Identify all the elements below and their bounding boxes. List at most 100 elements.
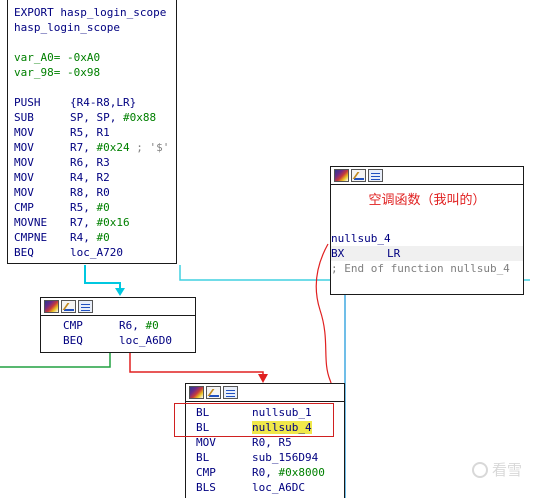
text-view-icon[interactable] [223,386,238,399]
asm-line[interactable]: var_A0= -0xA0 [8,50,176,65]
asm-line[interactable]: MOV R4, R2 [8,170,176,185]
asm-line[interactable]: CMP R5, #0 [8,200,176,215]
asm-line[interactable]: BEQ loc_A6D0 [57,333,195,348]
asm-line[interactable]: CMP R6, #0 [57,318,195,333]
asm-mnemonic: PUSH [14,96,41,109]
asm-operand[interactable]: R0, [252,466,279,479]
edit-pencil-icon[interactable] [351,169,366,182]
asm-operand[interactable]: R6, R3 [70,156,110,169]
asm-operand[interactable]: LR [387,247,400,260]
asm-label: var_98= -0x98 [14,66,101,79]
asm-line[interactable]: MOV R5, R1 [8,125,176,140]
asm-mnemonic: CMPNE [14,231,48,244]
asm-mnemonic: MOV [14,126,34,139]
asm-immediate: #0x16 [96,216,130,229]
asm-operand[interactable]: R5, R1 [70,126,110,139]
asm-mnemonic: MOV [14,156,34,169]
asm-operand[interactable]: R7, [70,141,97,154]
asm-mnemonic: MOV [14,186,34,199]
asm-operand[interactable]: loc_A6D0 [119,334,172,347]
asm-mnemonic: CMP [14,201,34,214]
asm-mnemonic: BX [331,247,345,260]
asm-operand[interactable]: R8, R0 [70,186,110,199]
asm-operand[interactable]: SP, SP, [70,111,123,124]
asm-line[interactable]: MOV R6, R3 [8,155,176,170]
asm-label: var_A0= -0xA0 [14,51,101,64]
asm-mnemonic: BEQ [63,334,83,347]
block-hasp-login-scope[interactable]: EXPORT hasp_login_scope hasp_login_scopev… [7,0,177,264]
asm-label: hasp_login_scope [14,21,120,34]
edge-arrow [258,374,268,383]
watermark: 看雪 [471,459,522,480]
asm-label: nullsub_4 [331,232,391,245]
node-titlebar [41,298,195,316]
watermark-text: 看雪 [491,461,522,479]
asm-line[interactable]: hasp_login_scope [8,20,176,35]
asm-mnemonic: MOV [14,171,34,184]
asm-operand[interactable]: sub_156D94 [252,451,318,464]
asm-comment: ; '$' [129,141,170,154]
asm-operand[interactable]: R5, [70,201,97,214]
asm-label: EXPORT hasp_login_scope [14,6,167,19]
asm-line[interactable]: SUB SP, SP, #0x88 [8,110,176,125]
asm-line[interactable]: nullsub_4 [331,231,523,246]
asm-line[interactable] [8,80,176,95]
text-view-icon[interactable] [78,300,93,313]
asm-operand[interactable]: loc_A6DC [252,481,305,494]
edge-node2-to-node4 [129,352,264,378]
block-bl-nullsub[interactable]: BL nullsub_1 BL nullsub_4 MOV R0, R5 BL sub_156… [185,383,345,498]
asm-mnemonic: MOV [14,141,34,154]
edit-pencil-icon[interactable] [61,300,76,313]
asm-line[interactable]: CMP R0, #0x8000 [190,465,344,480]
asm-mnemonic: BEQ [14,246,34,259]
asm-immediate: #0 [96,231,110,244]
asm-operand[interactable]: {R4-R8,LR} [70,96,136,109]
asm-immediate: #0 [96,201,110,214]
graph-color-icon[interactable] [334,169,349,182]
asm-line[interactable]: BX LR [331,246,523,261]
node-titlebar [331,167,523,185]
edit-pencil-icon[interactable] [206,386,221,399]
asm-operand[interactable]: R0, R5 [252,436,292,449]
asm-operand[interactable]: R4, R2 [70,171,110,184]
asm-immediate: #0x8000 [278,466,325,479]
asm-line[interactable] [8,35,176,50]
asm-operand[interactable]: R7, [70,216,97,229]
asm-line[interactable]: BL sub_156D94 [190,450,344,465]
node-titlebar [186,384,344,402]
asm-immediate: #0 [145,319,159,332]
asm-line[interactable]: EXPORT hasp_login_scope [8,5,176,20]
asm-mnemonic: MOVNE [14,216,48,229]
asm-line[interactable]: MOV R0, R5 [190,435,344,450]
asm-line[interactable]: ; End of function nullsub_4 [331,261,523,276]
asm-mnemonic: BL [196,451,210,464]
edge-arrow [115,288,125,296]
asm-mnemonic: BLS [196,481,216,494]
asm-operand[interactable]: R4, [70,231,97,244]
asm-line[interactable]: MOVNE R7, #0x16 [8,215,176,230]
asm-line[interactable]: BEQ loc_A720 [8,245,176,260]
asm-immediate: #0x88 [122,111,157,124]
asm-comment: ; End of function nullsub_4 [331,262,510,275]
annotation-caption: 空调函数（我叫的） [368,193,486,208]
asm-mnemonic: MOV [196,436,216,449]
asm-line[interactable]: CMPNE R4, #0 [8,230,176,245]
graph-color-icon[interactable] [189,386,204,399]
edge-node2-false [0,352,111,368]
block-nullsub-4[interactable]: 空调函数（我叫的） nullsub_4 BX LR ; End of function… [330,166,524,295]
text-view-icon[interactable] [368,169,383,182]
asm-operand[interactable]: loc_A720 [70,246,123,259]
asm-mnemonic: SUB [14,111,34,124]
asm-line[interactable]: BLS loc_A6DC [190,480,344,495]
kanxue-logo-icon [471,461,488,478]
asm-operand[interactable]: R6, [119,319,146,332]
graph-color-icon[interactable] [44,300,59,313]
asm-line[interactable]: MOV R8, R0 [8,185,176,200]
annotation-red-box [174,403,334,437]
asm-immediate: #0x24 [96,141,130,154]
asm-line[interactable]: var_98= -0x98 [8,65,176,80]
asm-line[interactable]: MOV R7, #0x24 ; '$' [8,140,176,155]
asm-line[interactable]: PUSH {R4-R8,LR} [8,95,176,110]
asm-mnemonic: CMP [196,466,216,479]
block-cmp-r6[interactable]: CMP R6, #0 BEQ loc_A6D0 [40,297,196,353]
